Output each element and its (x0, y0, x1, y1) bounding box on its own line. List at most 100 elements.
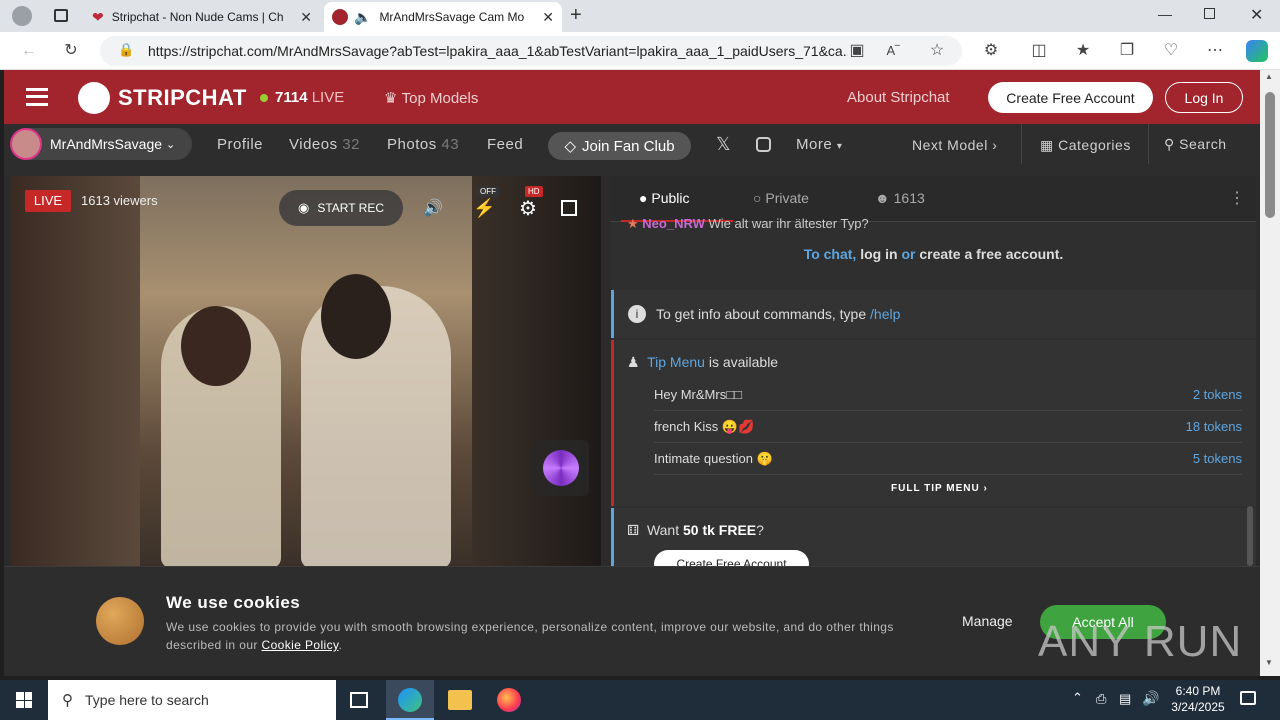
tab-users[interactable]: ☻ 1613 (875, 190, 925, 206)
cookie-icon (96, 597, 144, 645)
read-aloud-icon[interactable]: A‾ (882, 40, 904, 62)
video-player[interactable]: LIVE 1613 viewers ◉ START REC 🔊 OFF ⚡ HD … (11, 176, 601, 568)
volume-icon[interactable]: 🔊 (423, 198, 443, 218)
caret-down-icon: ▾ (836, 141, 843, 152)
volume-tray-icon[interactable]: 🔊 (1142, 690, 1159, 707)
more-label: More (796, 136, 833, 153)
lightning-icon[interactable]: ⚡ (473, 198, 495, 219)
clock[interactable]: 6:40 PM 3/24/2025 (1166, 683, 1230, 715)
taskbar-search[interactable]: ⚲ Type here to search (48, 680, 336, 720)
file-explorer-icon[interactable] (448, 690, 472, 710)
login-button[interactable]: Log In (1165, 82, 1243, 113)
profile-link[interactable]: Profile (217, 136, 263, 153)
settings-gear-icon[interactable]: ⚙ (519, 196, 537, 221)
list-item[interactable]: french Kiss 😛💋 18 tokens (654, 411, 1242, 443)
scroll-down-icon[interactable]: ▼ (1265, 658, 1273, 667)
join-fan-club-button[interactable]: ◇ Join Fan Club (548, 132, 691, 160)
chevron-down-icon: ⌄ (166, 138, 176, 151)
x-social-icon[interactable]: 𝕏 (716, 134, 731, 155)
tip-item-name: french Kiss 😛💋 (654, 418, 755, 434)
model-name: MrAndMrsSavage (50, 136, 163, 152)
live-count[interactable]: 7114 LIVE (260, 89, 344, 106)
tip-menu-link[interactable]: Tip Menu (647, 354, 705, 370)
tab-private[interactable]: ○ Private (753, 190, 809, 206)
create-account-link[interactable]: create a free account. (919, 246, 1063, 262)
videos-link[interactable]: Videos 32 (289, 136, 360, 153)
split-screen-icon[interactable]: ◫ (1028, 40, 1050, 62)
list-item[interactable]: Hey Mr&Mrs□□ 2 tokens (654, 379, 1242, 411)
login-link[interactable]: log in (860, 246, 897, 262)
tip-menu-available: is available (708, 354, 779, 370)
categories-button[interactable]: ▦ Categories (1040, 137, 1131, 154)
extensions-icon[interactable]: ⚙ (980, 40, 1002, 62)
network-icon[interactable]: ▤ (1119, 691, 1131, 707)
chat-options-icon[interactable]: ⋮ (1229, 188, 1245, 208)
app-available-icon[interactable]: ▣ (846, 40, 868, 62)
free-tokens-amount: 50 tk FREE (683, 522, 757, 538)
notifications-icon[interactable] (1240, 691, 1256, 705)
top-models-link[interactable]: ♛ Top Models (384, 89, 478, 107)
tip-item-tokens: 18 tokens (1185, 419, 1242, 434)
cookie-policy-link[interactable]: Cookie Policy (262, 638, 339, 652)
full-tip-menu-link[interactable]: FULL TIP MENU › (891, 483, 988, 494)
spin-wheel-icon[interactable] (533, 440, 589, 496)
browser-essentials-icon[interactable]: ♡ (1160, 40, 1182, 62)
more-menu[interactable]: More ▾ (796, 136, 842, 153)
browser-tab-stripchat[interactable]: ❤ Stripchat - Non Nude Cams | Ch ✕ (84, 2, 320, 32)
list-item[interactable]: Intimate question 🤫 5 tokens (654, 443, 1242, 475)
about-link[interactable]: About Stripchat (847, 89, 950, 106)
refresh-icon[interactable]: ↻ (60, 40, 82, 62)
page-scrollbar[interactable]: ▲ ▼ (1260, 70, 1280, 676)
next-model-label: Next Model (912, 137, 988, 153)
person-head-right (321, 274, 391, 359)
next-model-link[interactable]: Next Model › (912, 137, 997, 153)
close-window-icon[interactable]: ✕ (1250, 5, 1263, 25)
windows-start-icon[interactable] (16, 692, 32, 708)
fullscreen-icon[interactable] (561, 200, 577, 216)
search-button[interactable]: ⚲ Search (1164, 136, 1227, 153)
tab-public[interactable]: ● Public (639, 190, 690, 206)
url-field[interactable]: 🔒 https://stripchat.com/MrAndMrsSavage?a… (100, 36, 962, 66)
feed-link[interactable]: Feed (487, 136, 523, 153)
start-rec-button[interactable]: ◉ START REC (279, 190, 403, 226)
profile-icon[interactable] (12, 6, 32, 26)
clock-date: 3/24/2025 (1171, 700, 1225, 714)
manage-button[interactable]: Manage (962, 613, 1013, 629)
favorites-icon[interactable]: ★ (1072, 40, 1094, 62)
top-models-label: Top Models (401, 90, 479, 107)
minimize-icon[interactable]: — (1158, 6, 1172, 22)
close-tab-icon[interactable]: ✕ (300, 9, 312, 26)
tab-private-label: Private (765, 190, 809, 206)
collections-icon[interactable]: ❐ (1116, 40, 1138, 62)
scroll-up-icon[interactable]: ▲ (1265, 72, 1273, 81)
tray-chevron-icon[interactable]: ⌃ (1072, 690, 1083, 706)
new-tab-icon[interactable]: + (570, 4, 582, 27)
hamburger-menu-icon[interactable] (26, 88, 48, 106)
chat-scrollbar[interactable] (1247, 506, 1253, 566)
stripchat-logo[interactable]: STRIPCHAT (78, 82, 247, 114)
divider (1021, 124, 1022, 164)
task-view-icon[interactable] (350, 692, 368, 708)
close-tab-icon[interactable]: ✕ (542, 9, 554, 26)
favorite-star-icon[interactable]: ☆ (926, 40, 948, 62)
model-selector[interactable]: MrAndMrsSavage ⌄ (10, 128, 192, 160)
edge-taskbar-icon[interactable] (386, 680, 434, 720)
tray-device-icon[interactable]: ⎙ (1096, 691, 1106, 707)
browser-tab-model[interactable]: 🔈 MrAndMrsSavage Cam Mo ✕ (324, 2, 562, 32)
chat-message-text: Wie alt war ihr ältester Typ? (708, 216, 869, 230)
copilot-icon[interactable] (1246, 40, 1268, 62)
instagram-icon[interactable] (756, 137, 771, 152)
create-account-button[interactable]: Create Free Account (988, 82, 1153, 113)
back-icon[interactable]: ← (18, 40, 40, 62)
speaker-icon[interactable]: 🔈 (354, 9, 371, 26)
scroll-thumb[interactable] (1265, 92, 1275, 218)
help-command: /help (870, 306, 901, 322)
tip-item-name: Intimate question 🤫 (654, 450, 773, 466)
settings-more-icon[interactable]: ⋯ (1204, 40, 1226, 62)
photos-link[interactable]: Photos 43 (387, 136, 459, 153)
tab-actions-icon[interactable] (54, 9, 68, 22)
firefox-icon[interactable] (497, 688, 521, 712)
restore-icon[interactable] (1204, 8, 1215, 19)
login-prompt-text: To chat, (803, 246, 857, 262)
logo-text: STRIPCHAT (118, 85, 247, 110)
